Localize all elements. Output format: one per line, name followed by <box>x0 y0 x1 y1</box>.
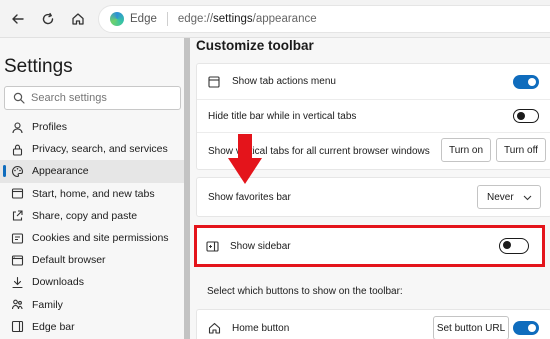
set-button-url-button[interactable]: Set button URL <box>433 316 509 339</box>
browser-icon <box>11 254 24 267</box>
sidebar-item-label: Default browser <box>32 254 106 267</box>
sidebar-item-start-home[interactable]: Start, home, and new tabs <box>0 183 184 205</box>
home-tabs-icon <box>11 187 24 200</box>
home-button[interactable] <box>68 9 88 29</box>
family-icon <box>11 298 24 311</box>
url-prefix: edge:// <box>177 13 214 25</box>
home-icon <box>208 322 222 334</box>
sidebar-item-appearance[interactable]: Appearance <box>0 160 184 183</box>
sidebar-item-label: Share, copy and paste <box>32 209 138 222</box>
origin-label: Edge <box>130 13 157 25</box>
sidebar-item-cookies[interactable]: Cookies and site permissions <box>0 227 184 249</box>
sidebar-item-label: Downloads <box>32 276 84 289</box>
refresh-icon <box>42 12 54 25</box>
edge-bar-icon <box>11 320 24 333</box>
url-suffix: /appearance <box>252 13 317 25</box>
tab-actions-icon <box>208 75 222 88</box>
download-icon <box>11 276 24 289</box>
chevron-down-icon <box>523 195 532 201</box>
page-title: Settings <box>4 56 73 77</box>
sidebar-item-label: Edge bar <box>32 320 75 333</box>
show-sidebar-toggle[interactable] <box>499 238 529 254</box>
refresh-button[interactable] <box>38 9 58 29</box>
setting-label: Show sidebar <box>230 240 291 252</box>
sidebar-item-family[interactable]: Family <box>0 294 184 316</box>
sidebar-item-label: Start, home, and new tabs <box>32 187 155 200</box>
browser-toolbar: Edge edge://settings/appearance <box>0 0 550 38</box>
setting-label: Hide title bar while in vertical tabs <box>208 110 357 122</box>
hide-title-bar-toggle[interactable] <box>513 109 539 123</box>
setting-label: Home button <box>232 322 290 334</box>
share-icon <box>11 209 24 222</box>
search-box[interactable] <box>4 86 181 110</box>
url-text[interactable]: edge://settings/appearance <box>178 13 317 25</box>
address-bar[interactable]: Edge edge://settings/appearance <box>98 5 550 33</box>
address-separator <box>166 12 168 26</box>
section-title: Customize toolbar <box>196 38 314 53</box>
appearance-icon <box>11 165 24 178</box>
turn-on-button[interactable]: Turn on <box>441 138 491 162</box>
main-content: Customize toolbar Show tab actions menu … <box>190 38 550 339</box>
annotation-arrow-icon <box>228 134 262 184</box>
back-arrow-icon <box>12 14 24 24</box>
back-button[interactable] <box>8 9 28 29</box>
search-input[interactable] <box>31 92 171 104</box>
sidebar-item-downloads[interactable]: Downloads <box>0 271 184 293</box>
sidebar-item-default-browser[interactable]: Default browser <box>0 249 184 271</box>
url-main: settings <box>213 13 253 25</box>
sidebar-item-label: Privacy, search, and services <box>32 143 168 156</box>
sidebar-item-edge-bar[interactable]: Edge bar <box>0 316 184 338</box>
tab-actions-toggle[interactable] <box>513 75 539 89</box>
sidebar-item-share[interactable]: Share, copy and paste <box>0 205 184 227</box>
home-button-card: Home button Set button URL <box>196 309 550 339</box>
sidebar-item-label: Family <box>32 298 63 311</box>
favorites-bar-select[interactable]: Never <box>477 185 541 209</box>
edge-logo-icon <box>110 12 124 26</box>
settings-sidebar: Settings Profiles Privacy, search, and s… <box>0 38 184 339</box>
sidebar-item-privacy[interactable]: Privacy, search, and services <box>0 138 184 160</box>
setting-row-home-button: Home button Set button URL <box>197 310 550 339</box>
search-icon <box>13 92 25 104</box>
sidebar-icon <box>206 240 220 252</box>
cookies-icon <box>11 232 24 245</box>
sidebar-item-label: Profiles <box>32 121 68 134</box>
lock-icon <box>11 143 24 156</box>
show-sidebar-highlight: Show sidebar <box>194 225 545 267</box>
sidebar-item-label: Cookies and site permissions <box>32 232 169 245</box>
home-icon <box>72 13 84 25</box>
setting-row-hide-title-bar: Hide title bar while in vertical tabs <box>197 100 550 133</box>
favorites-bar-value: Never <box>487 191 514 203</box>
setting-row-tab-actions: Show tab actions menu <box>197 64 550 100</box>
setting-row-show-sidebar: Show sidebar <box>197 228 542 264</box>
home-button-toggle[interactable] <box>513 321 539 335</box>
setting-label: Show tab actions menu <box>232 76 336 87</box>
select-buttons-label: Select which buttons to show on the tool… <box>207 286 403 297</box>
setting-label: Show favorites bar <box>208 191 291 203</box>
profile-icon <box>11 121 24 134</box>
sidebar-item-profiles[interactable]: Profiles <box>0 116 184 138</box>
sidebar-item-label: Appearance <box>32 165 89 178</box>
turn-off-button[interactable]: Turn off <box>496 138 546 162</box>
settings-menu: Profiles Privacy, search, and services A… <box>0 116 184 338</box>
